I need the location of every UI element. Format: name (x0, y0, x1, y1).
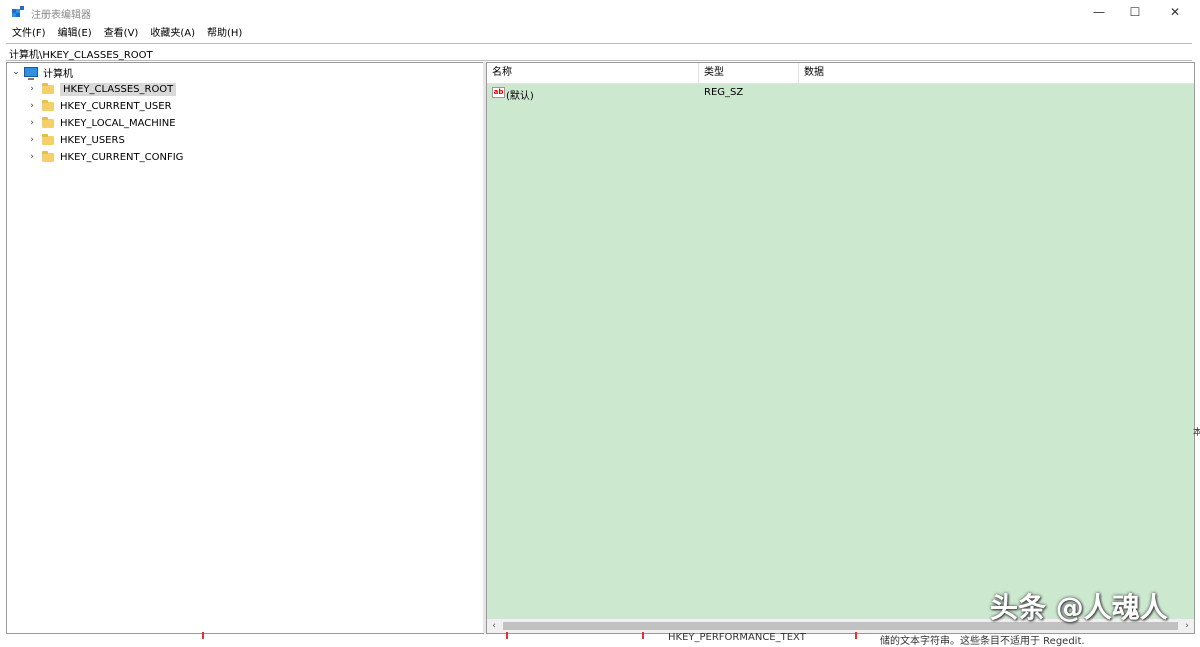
address-path: 计算机\HKEY_CLASSES_ROOT (9, 50, 153, 61)
list-header: 名称 类型 数据 (487, 63, 1194, 84)
column-header-type[interactable]: 类型 (699, 63, 799, 83)
folder-icon (42, 133, 54, 145)
chevron-down-icon[interactable]: ⌄ (11, 67, 21, 77)
menu-file[interactable]: 文件(F) (0, 26, 52, 42)
tree-item-hkey-classes-root[interactable]: › HKEY_CLASSES_ROOT (27, 81, 177, 97)
tree-item-label: HKEY_CURRENT_USER (60, 100, 172, 112)
chevron-right-icon[interactable]: › (27, 118, 37, 128)
maximize-icon: ☐ (1129, 5, 1141, 19)
menu-help[interactable]: 帮助(H) (201, 26, 248, 42)
tree-item-label: HKEY_USERS (60, 134, 125, 146)
address-bar[interactable]: 计算机\HKEY_CLASSES_ROOT (6, 43, 1192, 61)
red-border-fragment (202, 632, 204, 639)
computer-icon (24, 67, 38, 80)
tree-item-label: HKEY_CLASSES_ROOT (60, 82, 177, 96)
side-text-fragment: 本 (1193, 428, 1200, 438)
title-bar: 注册表编辑器 — ☐ ✕ (0, 0, 1200, 24)
bottom-text-fragment: 储的文本字符串。这些条目不适用于 Regedit. (880, 636, 1085, 647)
close-button[interactable]: ✕ (1158, 0, 1192, 24)
chevron-right-icon[interactable]: › (27, 101, 37, 111)
minimize-icon: — (1093, 5, 1105, 19)
tree-item-hkey-current-config[interactable]: › HKEY_CURRENT_CONFIG (27, 149, 183, 165)
close-icon: ✕ (1169, 5, 1181, 19)
values-list-pane[interactable]: 名称 类型 数据 ab (默认) REG_SZ ‹ › (486, 62, 1195, 634)
watermark: 头条 @人魂人 (990, 591, 1168, 624)
list-item[interactable]: ab (默认) REG_SZ (487, 85, 1194, 102)
tree-root-label: 计算机 (43, 68, 73, 80)
tree-pane[interactable]: ⌄ 计算机 › HKEY_CLASSES_ROOT › HKEY_CURRENT… (6, 62, 484, 634)
menu-edit[interactable]: 编辑(E) (52, 26, 98, 42)
tree-root-computer[interactable]: ⌄ 计算机 (11, 64, 73, 80)
bottom-text-fragment: HKEY_PERFORMANCE_TEXT (668, 632, 806, 643)
value-name: (默认) (506, 91, 534, 102)
regedit-app-icon (12, 6, 24, 17)
scroll-left-icon[interactable]: ‹ (487, 619, 501, 633)
column-header-name[interactable]: 名称 (487, 63, 699, 83)
tree-item-label: HKEY_CURRENT_CONFIG (60, 151, 184, 163)
maximize-button[interactable]: ☐ (1118, 0, 1152, 24)
folder-icon (42, 82, 54, 94)
tree-item-hkey-current-user[interactable]: › HKEY_CURRENT_USER (27, 98, 172, 114)
tree-item-label: HKEY_LOCAL_MACHINE (60, 117, 176, 129)
column-header-data[interactable]: 数据 (799, 63, 1194, 83)
chevron-right-icon[interactable]: › (27, 84, 37, 94)
value-type: REG_SZ (704, 87, 744, 98)
folder-icon (42, 150, 54, 162)
tree-item-hkey-users[interactable]: › HKEY_USERS (27, 132, 125, 148)
minimize-button[interactable]: — (1082, 0, 1116, 24)
red-border-fragment (506, 632, 508, 639)
window-title: 注册表编辑器 (31, 10, 91, 21)
menu-favorites[interactable]: 收藏夹(A) (144, 26, 201, 42)
tree-item-hkey-local-machine[interactable]: › HKEY_LOCAL_MACHINE (27, 115, 176, 131)
menu-bar: 文件(F) 编辑(E) 查看(V) 收藏夹(A) 帮助(H) (0, 26, 248, 42)
folder-icon (42, 99, 54, 111)
red-border-fragment (642, 632, 644, 639)
chevron-right-icon[interactable]: › (27, 135, 37, 145)
chevron-right-icon[interactable]: › (27, 152, 37, 162)
folder-icon (42, 116, 54, 128)
red-border-fragment (855, 632, 857, 639)
menu-view[interactable]: 查看(V) (98, 26, 145, 42)
scroll-right-icon[interactable]: › (1180, 619, 1194, 633)
string-value-icon: ab (492, 87, 505, 98)
